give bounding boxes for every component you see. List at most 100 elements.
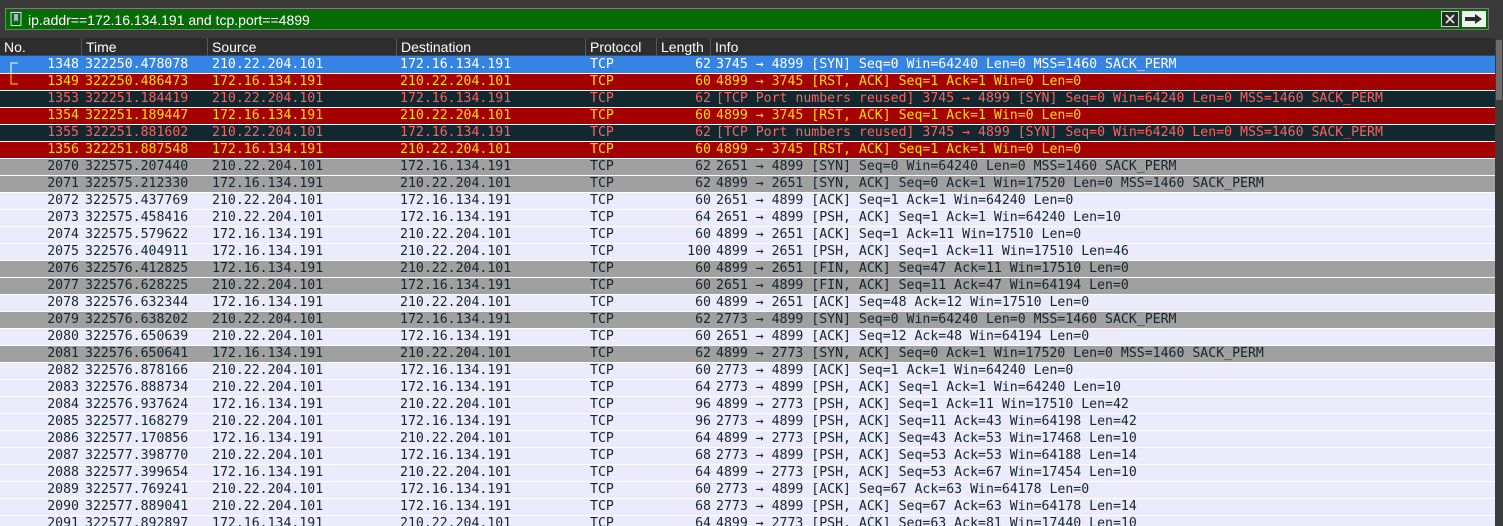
packet-row[interactable]: 2090 322577.889041 210.22.204.101 172.16.13… xyxy=(0,498,1495,515)
packet-protocol: TCP xyxy=(590,57,614,72)
packet-row[interactable]: 2089 322577.769241 210.22.204.101 172.16.13… xyxy=(0,481,1495,498)
clear-filter-icon[interactable] xyxy=(1441,11,1459,27)
packet-length: 60 xyxy=(695,108,711,123)
packet-time: 322250.486473 xyxy=(85,74,189,89)
packet-row[interactable]: 2070 322575.207440 210.22.204.101 172.16.13… xyxy=(0,158,1495,175)
packet-length: 64 xyxy=(695,210,711,225)
packet-length: 68 xyxy=(695,499,711,514)
bookmark-icon[interactable] xyxy=(10,12,22,26)
packet-row[interactable]: 2088 322577.399654 172.16.134.191 210.22.20… xyxy=(0,464,1495,481)
packet-info: 4899 → 3745 [RST, ACK] Seq=1 Ack=1 Win=0… xyxy=(716,142,1082,157)
packet-row[interactable]: 1355 322251.881602 210.22.204.101 172.16.13… xyxy=(0,124,1495,141)
packet-info: 4899 → 3745 [RST, ACK] Seq=1 Ack=1 Win=0… xyxy=(716,74,1082,89)
packet-row[interactable]: 1349 322250.486473 172.16.134.191 210.22.20… xyxy=(0,73,1495,90)
column-header-source[interactable]: Source xyxy=(208,38,397,56)
packet-time: 322577.398770 xyxy=(85,448,189,463)
packet-info: [TCP Port numbers reused] 3745 → 4899 [S… xyxy=(716,125,1383,140)
packet-protocol: TCP xyxy=(590,261,614,276)
packet-number: 2076 xyxy=(47,261,79,276)
packet-number: 2072 xyxy=(47,193,79,208)
packet-protocol: TCP xyxy=(590,516,614,526)
packet-time: 322577.399654 xyxy=(85,465,189,480)
packet-source: 172.16.134.191 xyxy=(212,431,324,446)
packet-info: 4899 → 2651 [SYN, ACK] Seq=0 Ack=1 Win=1… xyxy=(716,176,1264,191)
vertical-scrollbar[interactable] xyxy=(1495,38,1503,526)
packet-destination: 210.22.204.101 xyxy=(400,516,512,526)
packet-protocol: TCP xyxy=(590,74,614,89)
packet-number: 2071 xyxy=(47,176,79,191)
packet-info: 3745 → 4899 [SYN] Seq=0 Win=64240 Len=0 … xyxy=(716,57,1177,72)
packet-source: 210.22.204.101 xyxy=(212,482,324,497)
column-header-protocol[interactable]: Protocol xyxy=(586,38,657,56)
display-filter-input[interactable] xyxy=(28,10,1438,29)
packet-protocol: TCP xyxy=(590,329,614,344)
packet-length: 68 xyxy=(695,448,711,463)
packet-row[interactable]: 2075 322576.404911 172.16.134.191 210.22.20… xyxy=(0,243,1495,260)
packet-number: 1355 xyxy=(47,125,79,140)
packet-destination: 210.22.204.101 xyxy=(400,227,512,242)
packet-row[interactable]: 2084 322576.937624 172.16.134.191 210.22.20… xyxy=(0,396,1495,413)
packet-row[interactable]: 2085 322577.168279 210.22.204.101 172.16.13… xyxy=(0,413,1495,430)
packet-row[interactable]: 2080 322576.650639 210.22.204.101 172.16.13… xyxy=(0,328,1495,345)
scrollbar-thumb[interactable] xyxy=(1496,40,1502,100)
packet-row[interactable]: 1356 322251.887548 172.16.134.191 210.22.20… xyxy=(0,141,1495,158)
column-header-time[interactable]: Time xyxy=(82,38,208,56)
packet-protocol: TCP xyxy=(590,465,614,480)
packet-source: 172.16.134.191 xyxy=(212,397,324,412)
packet-source: 172.16.134.191 xyxy=(212,74,324,89)
packet-row[interactable]: 2086 322577.170856 172.16.134.191 210.22.20… xyxy=(0,430,1495,447)
packet-row[interactable]: 2074 322575.579622 172.16.134.191 210.22.20… xyxy=(0,226,1495,243)
packet-length: 64 xyxy=(695,380,711,395)
display-filter-field[interactable] xyxy=(5,8,1489,30)
packet-list[interactable]: No. Time Source Destination Protocol Len… xyxy=(0,38,1495,526)
packet-info: 2651 → 4899 [FIN, ACK] Seq=11 Ack=47 Win… xyxy=(716,278,1129,293)
packet-time: 322577.170856 xyxy=(85,431,189,446)
packet-source: 210.22.204.101 xyxy=(212,380,324,395)
packet-destination: 210.22.204.101 xyxy=(400,142,512,157)
packet-row[interactable]: 2072 322575.437769 210.22.204.101 172.16.13… xyxy=(0,192,1495,209)
packet-destination: 210.22.204.101 xyxy=(400,431,512,446)
packet-length: 60 xyxy=(695,363,711,378)
packet-row[interactable]: 2073 322575.458416 210.22.204.101 172.16.13… xyxy=(0,209,1495,226)
packet-row[interactable]: 2081 322576.650641 172.16.134.191 210.22.20… xyxy=(0,345,1495,362)
packet-length: 62 xyxy=(695,346,711,361)
packet-source: 210.22.204.101 xyxy=(212,210,324,225)
packet-destination: 172.16.134.191 xyxy=(400,363,512,378)
packet-time: 322576.888734 xyxy=(85,380,189,395)
packet-row[interactable]: 2087 322577.398770 210.22.204.101 172.16.13… xyxy=(0,447,1495,464)
column-header-length[interactable]: Length xyxy=(657,38,711,56)
packet-source: 172.16.134.191 xyxy=(212,244,324,259)
packet-row[interactable]: 2079 322576.638202 210.22.204.101 172.16.13… xyxy=(0,311,1495,328)
column-header-destination[interactable]: Destination xyxy=(397,38,586,56)
apply-filter-arrow-icon[interactable] xyxy=(1462,11,1486,27)
packet-row[interactable]: 1348 322250.478078 210.22.204.101 172.16.13… xyxy=(0,56,1495,74)
packet-source: 172.16.134.191 xyxy=(212,227,324,242)
packet-row[interactable]: 2091 322577.892897 172.16.134.191 210.22.20… xyxy=(0,515,1495,526)
packet-row[interactable]: 2077 322576.628225 210.22.204.101 172.16.13… xyxy=(0,277,1495,294)
packet-destination: 172.16.134.191 xyxy=(400,159,512,174)
packet-protocol: TCP xyxy=(590,227,614,242)
packet-source: 210.22.204.101 xyxy=(212,193,324,208)
packet-row[interactable]: 2078 322576.632344 172.16.134.191 210.22.20… xyxy=(0,294,1495,311)
packet-length: 62 xyxy=(695,176,711,191)
column-header-no[interactable]: No. xyxy=(0,38,82,56)
packet-destination: 210.22.204.101 xyxy=(400,108,512,123)
packet-row[interactable]: 2076 322576.412825 172.16.134.191 210.22.20… xyxy=(0,260,1495,277)
packet-row[interactable]: 1353 322251.184419 210.22.204.101 172.16.13… xyxy=(0,90,1495,107)
packet-source: 172.16.134.191 xyxy=(212,465,324,480)
packet-protocol: TCP xyxy=(590,312,614,327)
packet-destination: 172.16.134.191 xyxy=(400,499,512,514)
packet-time: 322251.184419 xyxy=(85,91,189,106)
packet-time: 322577.889041 xyxy=(85,499,189,514)
packet-info: 4899 → 3745 [RST, ACK] Seq=1 Ack=1 Win=0… xyxy=(716,108,1082,123)
packet-row[interactable]: 2082 322576.878166 210.22.204.101 172.16.13… xyxy=(0,362,1495,379)
packet-protocol: TCP xyxy=(590,278,614,293)
packet-row[interactable]: 2071 322575.212330 172.16.134.191 210.22.20… xyxy=(0,175,1495,192)
packet-time: 322576.638202 xyxy=(85,312,189,327)
packet-length: 62 xyxy=(695,159,711,174)
packet-row[interactable]: 2083 322576.888734 210.22.204.101 172.16.13… xyxy=(0,379,1495,396)
packet-row[interactable]: 1354 322251.189447 172.16.134.191 210.22.20… xyxy=(0,107,1495,124)
packet-info: 4899 → 2651 [FIN, ACK] Seq=47 Ack=11 Win… xyxy=(716,261,1129,276)
column-header-info[interactable]: Info xyxy=(711,38,1495,56)
packet-destination: 210.22.204.101 xyxy=(400,261,512,276)
